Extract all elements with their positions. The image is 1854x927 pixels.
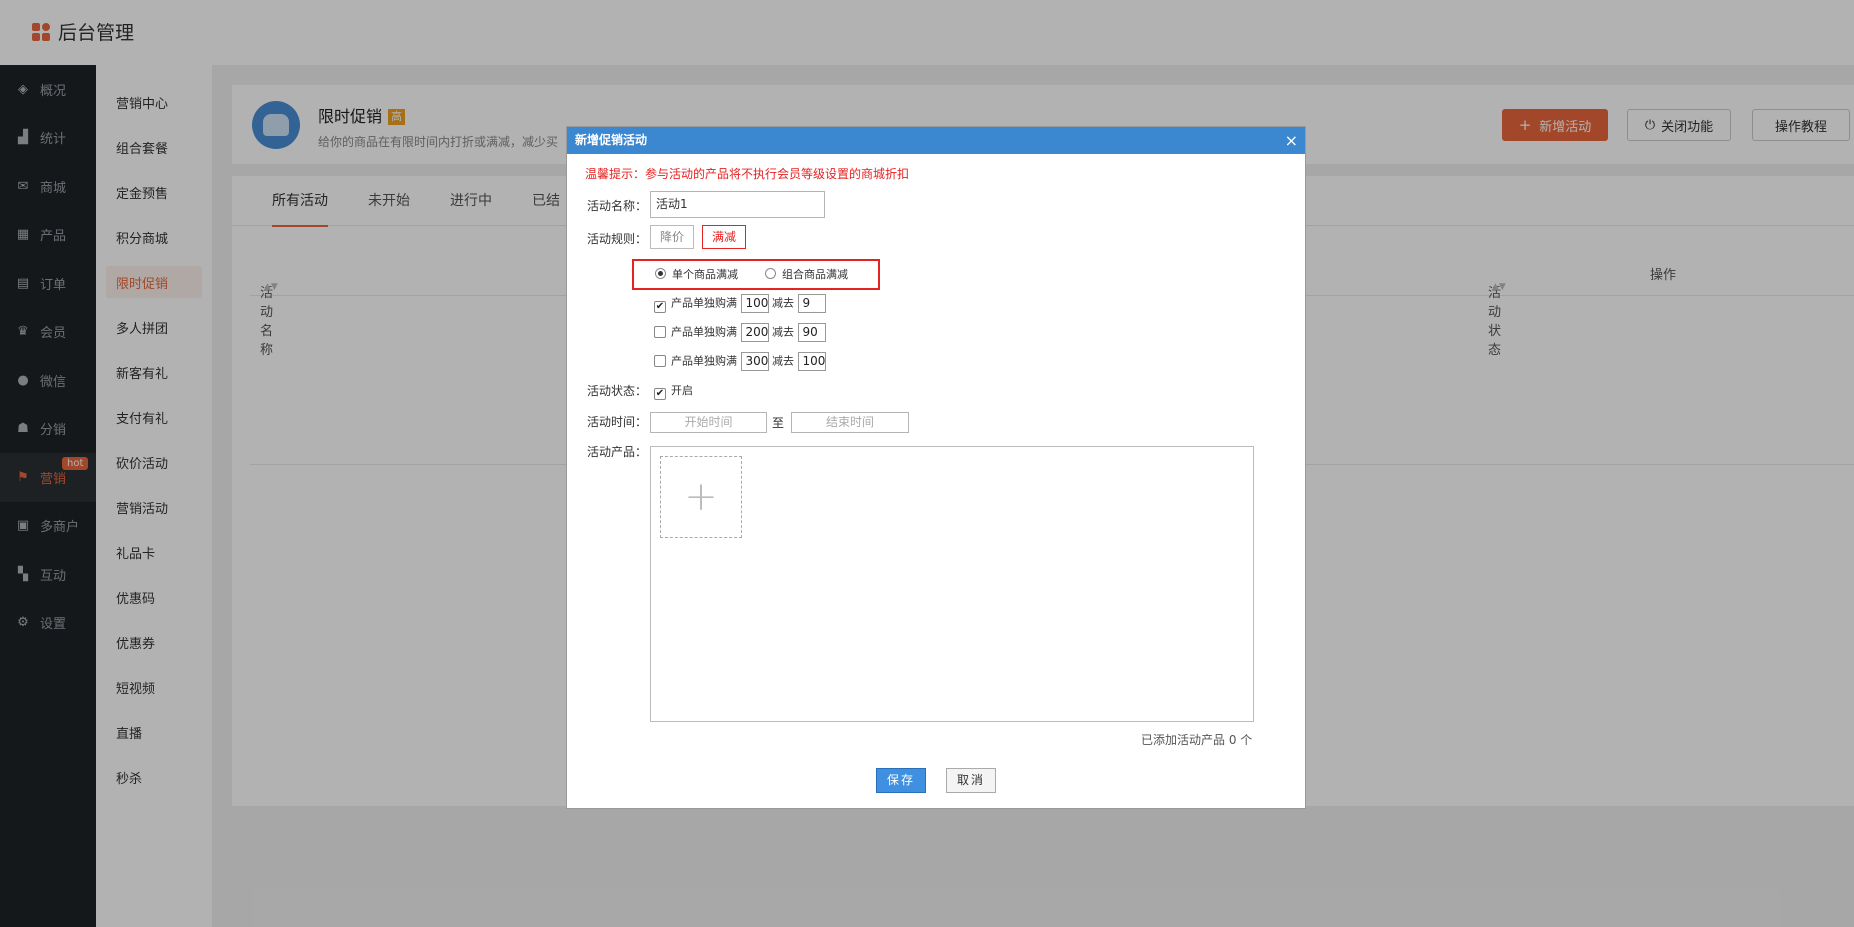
tier-prefix: 产品单独购满 — [671, 325, 737, 339]
tier-minus-input[interactable]: 90 — [797, 323, 826, 342]
added-count: 已添加活动产品 0 个 — [1141, 733, 1253, 747]
end-time-input[interactable]: 结束时间 — [791, 412, 909, 433]
plus-icon: + — [684, 474, 718, 520]
product-area: + — [650, 446, 1254, 722]
status-checkbox: ✔ — [654, 388, 666, 400]
rule-fullcut-button[interactable]: 满减 — [702, 225, 746, 249]
tier-row: 产品单独购满 300 减去 100 — [654, 352, 826, 371]
tier-minus-label: 减去 — [772, 325, 794, 339]
radio-combo[interactable]: 组合商品满减 — [765, 266, 848, 282]
tier-minus-label: 减去 — [772, 354, 794, 368]
to-label: 至 — [772, 416, 785, 430]
tier-checkbox[interactable] — [654, 325, 666, 338]
tier-row: 产品单独购满 200 减去 90 — [654, 323, 826, 342]
tier-checkbox[interactable] — [654, 354, 666, 367]
radio-single[interactable]: 单个商品满减 — [655, 266, 738, 282]
save-button[interactable]: 保存 — [876, 768, 926, 793]
tier-prefix: 产品单独购满 — [671, 296, 737, 310]
product-label: 活动产品： — [587, 445, 648, 459]
status-toggle[interactable]: ✔ 开启 — [654, 382, 693, 400]
radio-single-label: 单个商品满减 — [672, 268, 738, 281]
tier-minus-input[interactable]: 9 — [797, 294, 826, 313]
tier-checkbox[interactable]: ✔ — [654, 300, 666, 313]
tier-prefix: 产品单独购满 — [671, 354, 737, 368]
rule-discount-button[interactable]: 降价 — [650, 225, 694, 249]
warning-text: 温馨提示：参与活动的产品将不执行会员等级设置的商城折扣 — [585, 167, 910, 181]
tier-amount-input[interactable]: 100 — [740, 294, 769, 313]
new-promotion-dialog: 新增促销活动 × 温馨提示：参与活动的产品将不执行会员等级设置的商城折扣 活动名… — [566, 126, 1306, 809]
time-label: 活动时间： — [587, 415, 648, 429]
radio-single-icon — [655, 268, 666, 279]
tier-amount-input[interactable]: 300 — [740, 352, 769, 371]
rule-label: 活动规则： — [587, 232, 648, 246]
dialog-title: 新增促销活动 — [575, 133, 648, 147]
tier-amount-input[interactable]: 200 — [740, 323, 769, 342]
add-product-button[interactable]: + — [660, 456, 742, 538]
tier-minus-input[interactable]: 100 — [797, 352, 826, 371]
cancel-button[interactable]: 取消 — [946, 768, 996, 793]
status-value: 开启 — [671, 384, 693, 397]
radio-combo-icon — [765, 268, 776, 279]
start-time-input[interactable]: 开始时间 — [650, 412, 767, 433]
name-label: 活动名称： — [587, 199, 648, 213]
close-icon[interactable]: × — [1285, 127, 1298, 154]
tier-minus-label: 减去 — [772, 296, 794, 310]
tier-row: ✔ 产品单独购满 100 减去 9 — [654, 294, 826, 313]
radio-combo-label: 组合商品满减 — [782, 268, 848, 281]
activity-name-input[interactable]: 活动1 — [650, 191, 825, 218]
status-label: 活动状态： — [587, 384, 648, 398]
dialog-header: 新增促销活动 × — [567, 127, 1305, 154]
